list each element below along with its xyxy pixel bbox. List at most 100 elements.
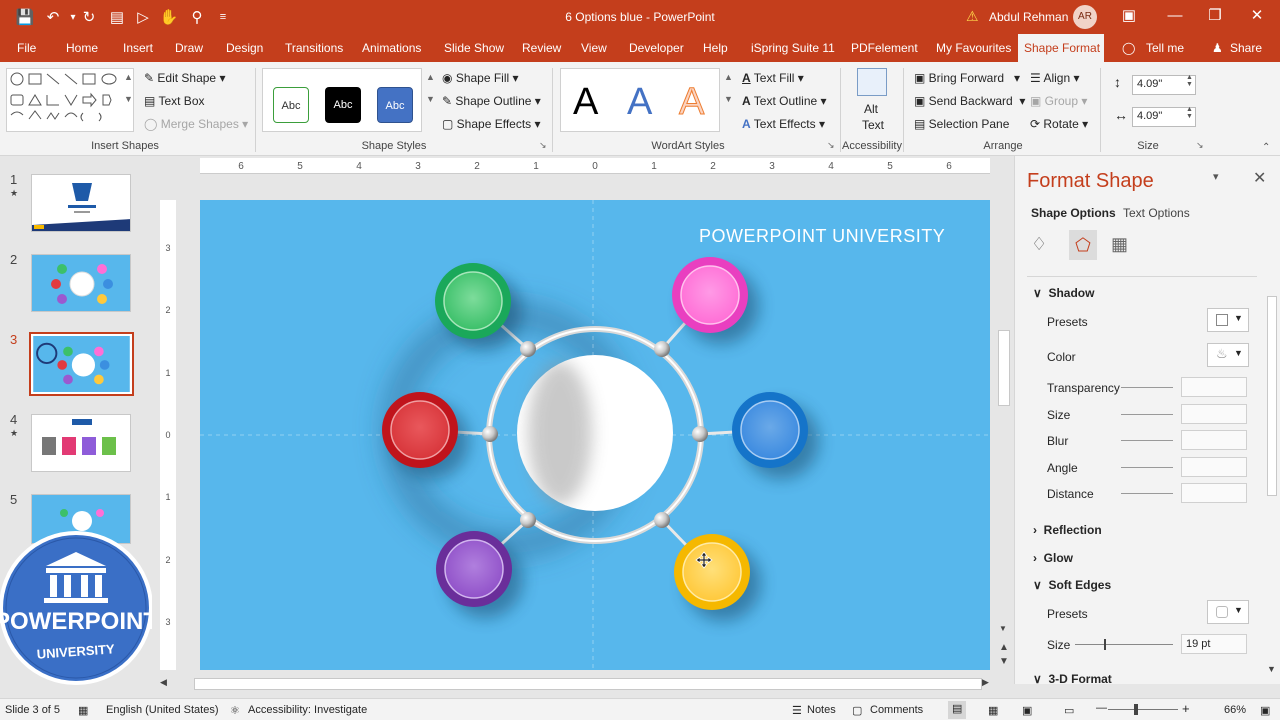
tab-help[interactable]: Help [703,34,728,62]
scroll-thumb[interactable] [194,678,982,690]
scroll-right-icon[interactable]: ▶ [982,677,989,688]
option-yellow[interactable] [674,534,761,621]
zoom-out-icon[interactable]: — [1096,702,1107,714]
tab-text-options[interactable]: Text Options [1123,206,1190,220]
slideshow-view-icon[interactable]: ▭ [1064,704,1074,717]
blur-slider[interactable] [1121,440,1173,441]
scroll-left-icon[interactable]: ◀ [160,677,167,688]
scroll-thumb[interactable] [998,330,1010,406]
scroll-down-icon[interactable]: ▼ [999,624,1007,633]
slide-canvas[interactable]: POWERPOINT UNIVERSITY [200,200,990,670]
transparency-slider[interactable] [1121,387,1173,388]
alt-text-button-line2[interactable]: Text [862,118,884,132]
group-button[interactable]: ▣ Group ▾ [1030,94,1087,108]
wordart-blue[interactable]: A [627,81,652,124]
alt-text-icon[interactable] [857,68,887,96]
wordart-launcher-icon[interactable]: ↘ [827,140,835,151]
style-swatch-white[interactable]: Abc [273,87,309,123]
align-button[interactable]: ☰ Align ▾ [1030,71,1079,85]
tab-my-favourites[interactable]: My Favourites [936,34,1011,62]
fill-line-icon[interactable]: ♢ [1031,234,1047,255]
tab-review[interactable]: Review [522,34,561,62]
tab-view[interactable]: View [581,34,607,62]
transparency-input[interactable] [1181,377,1247,397]
zoom-slider[interactable] [1108,704,1178,715]
accessibility-icon[interactable]: ⚛ [230,704,240,717]
accessibility-status[interactable]: Accessibility: Investigate [248,704,367,716]
restore-icon[interactable]: ❐ [1192,0,1238,34]
shapes-scroll-down-icon[interactable]: ▼ [124,94,133,104]
touch-mode-icon[interactable]: ✋ [156,0,182,34]
alt-text-button[interactable]: Alt [864,102,878,116]
selection-pane-button[interactable]: ▤ Selection Pane [914,117,1009,131]
size-properties-icon[interactable]: ▦ [1111,234,1128,255]
tab-insert[interactable]: Insert [123,34,153,62]
tab-draw[interactable]: Draw [175,34,203,62]
warning-icon[interactable]: ⚠ [966,8,979,25]
tab-file[interactable]: File [17,34,36,62]
text-outline-button[interactable]: A Text Outline ▾ [742,94,827,108]
pane-scroll-thumb[interactable] [1267,296,1277,496]
tab-transitions[interactable]: Transitions [285,34,343,62]
slide-horizontal-scrollbar[interactable]: ◀ ▶ [156,676,994,692]
close-icon[interactable]: ✕ [1234,0,1280,34]
shape-effects-button[interactable]: ▢ Shape Effects ▾ [442,117,541,131]
effects-icon[interactable]: ⬠ [1069,230,1097,260]
slide-sorter-icon[interactable]: ▦ [988,704,998,717]
option-pink[interactable] [672,257,759,344]
reflection-section[interactable]: › Reflection [1033,523,1102,537]
comments-button[interactable]: Comments [870,704,923,716]
zoom-in-icon[interactable]: + [1182,701,1190,716]
redo-icon[interactable]: ↻ [76,0,102,34]
soft-edges-size-slider[interactable] [1075,639,1173,650]
tab-ispring[interactable]: iSpring Suite 11 [751,34,835,62]
distance-input[interactable] [1181,483,1247,503]
zoom-level[interactable]: 66% [1224,704,1246,716]
normal-view-icon[interactable]: ▤ [948,701,967,719]
slide-thumbnail-1[interactable] [31,174,131,232]
bring-forward-button[interactable]: ▣ Bring Forward ▾ [914,71,1020,85]
avatar[interactable]: AR [1073,5,1097,29]
next-slide-icon[interactable]: ▼ [999,656,1009,667]
shadow-size-slider[interactable] [1121,414,1173,415]
slide-thumbnail-2[interactable] [31,254,131,312]
start-slideshow-icon[interactable]: ▷ [130,0,156,34]
soft-edges-presets-dropdown[interactable]: ▼ [1207,600,1249,624]
fit-slide-icon[interactable]: ▣ [1260,704,1270,717]
tab-home[interactable]: Home [66,34,98,62]
undo-icon[interactable]: ↶ [40,0,66,34]
tab-animations[interactable]: Animations [362,34,421,62]
customize-qat-icon[interactable]: ≡ [210,0,236,34]
rotate-button[interactable]: ⟳ Rotate ▾ [1030,117,1088,131]
pane-close-icon[interactable]: ✕ [1253,168,1266,188]
zoom-slider-thumb[interactable] [1134,704,1138,715]
style-swatch-black[interactable]: Abc [325,87,361,123]
text-fill-button[interactable]: A Text Fill ▾ [742,71,804,85]
collapse-ribbon-icon[interactable]: ⌃ [1262,142,1270,153]
angle-slider[interactable] [1121,467,1173,468]
distance-slider[interactable] [1121,493,1173,494]
language-status[interactable]: English (United States) [106,704,219,716]
spellcheck-icon[interactable]: ▦ [78,704,88,717]
ribbon-display-icon[interactable]: ▣ [1106,0,1152,34]
merge-shapes-button[interactable]: ◯ Merge Shapes ▾ [144,117,248,131]
slide-vertical-scrollbar[interactable]: ▼ ▲ ▼ [996,200,1012,670]
share-button[interactable]: Share [1230,34,1262,62]
previous-slide-icon[interactable]: ▲ [999,642,1009,653]
slider-thumb[interactable] [1104,639,1106,650]
text-effects-button[interactable]: A Text Effects ▾ [742,117,825,131]
text-box-button[interactable]: ▤ Text Box [144,94,205,108]
shadow-size-input[interactable] [1181,404,1247,424]
print-preview-icon[interactable]: ⚲ [184,0,210,34]
wordart-black[interactable]: A [573,81,598,124]
tell-me-button[interactable]: Tell me [1146,34,1184,62]
soft-edges-section[interactable]: ∨ Soft Edges [1033,578,1111,592]
edit-shape-button[interactable]: ✎ Edit Shape ▾ [144,71,225,85]
wordart-scroll-down-icon[interactable]: ▼ [724,94,733,104]
tab-pdfelement[interactable]: PDFelement [851,34,918,62]
size-launcher-icon[interactable]: ↘ [1196,140,1204,151]
presenter-icon[interactable]: ▤ [104,0,130,34]
height-spin-icon[interactable]: ▲ ▼ [1186,74,1193,88]
slide-thumbnail-4[interactable] [31,414,131,472]
width-spin-icon[interactable]: ▲ ▼ [1186,106,1193,120]
